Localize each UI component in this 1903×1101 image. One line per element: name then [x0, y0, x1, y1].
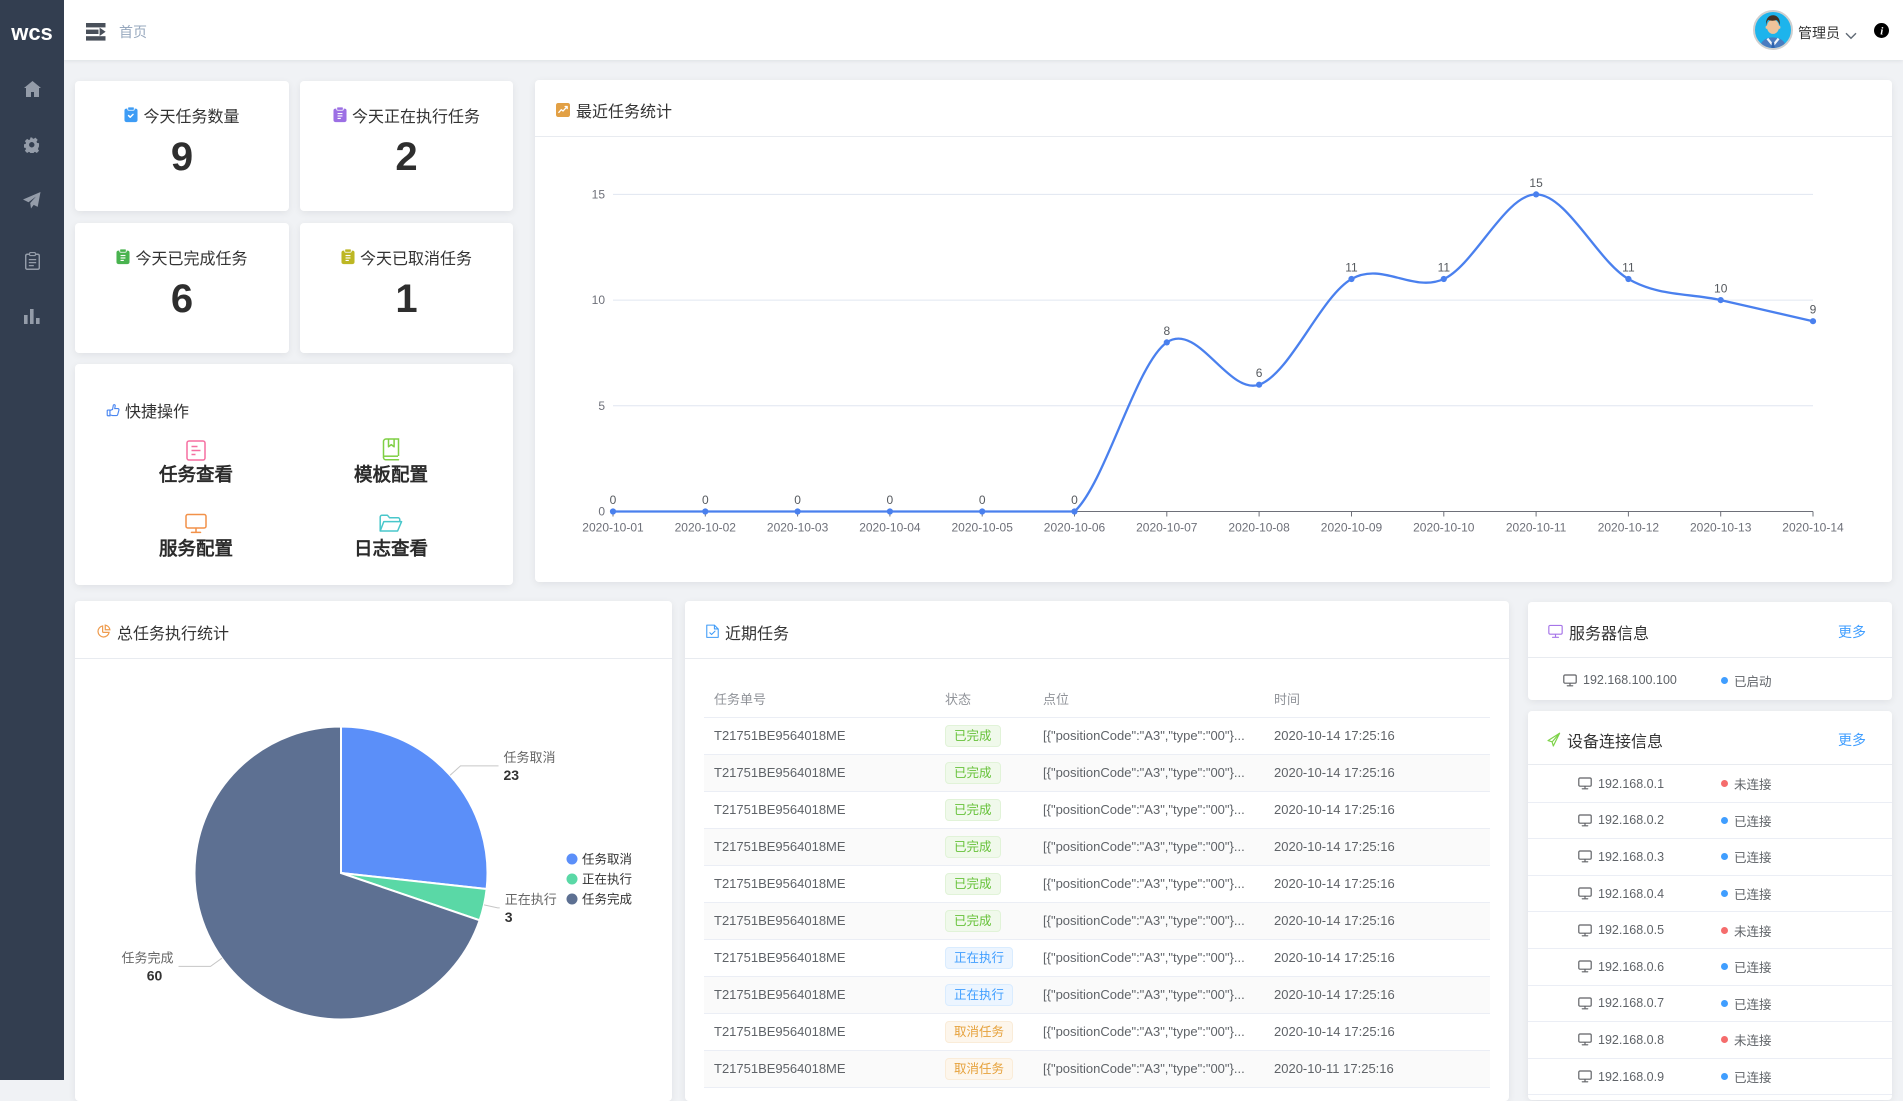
svg-text:2020-10-01: 2020-10-01 [582, 521, 644, 535]
svg-text:2020-10-05: 2020-10-05 [952, 521, 1014, 535]
svg-text:2020-10-02: 2020-10-02 [675, 521, 737, 535]
svg-text:10: 10 [1714, 282, 1728, 296]
svg-text:0: 0 [979, 493, 986, 507]
svg-text:8: 8 [1163, 324, 1170, 338]
svg-text:2020-10-11: 2020-10-11 [1506, 521, 1567, 535]
svg-text:任务完成: 任务完成 [582, 892, 632, 907]
svg-text:0: 0 [610, 493, 617, 507]
svg-text:2020-10-14: 2020-10-14 [1782, 521, 1844, 535]
svg-text:60: 60 [147, 967, 163, 983]
svg-text:11: 11 [1345, 261, 1358, 275]
svg-text:2020-10-06: 2020-10-06 [1044, 521, 1106, 535]
svg-text:2020-10-10: 2020-10-10 [1413, 521, 1475, 535]
svg-text:2020-10-12: 2020-10-12 [1598, 521, 1660, 535]
svg-text:正在执行: 正在执行 [582, 873, 632, 887]
svg-text:2020-10-09: 2020-10-09 [1321, 521, 1383, 535]
svg-text:2020-10-08: 2020-10-08 [1228, 521, 1290, 535]
svg-text:11: 11 [1438, 261, 1451, 275]
svg-text:15: 15 [592, 187, 606, 201]
svg-text:2020-10-03: 2020-10-03 [767, 521, 829, 535]
svg-text:0: 0 [887, 493, 894, 507]
svg-text:23: 23 [504, 767, 520, 783]
svg-text:0: 0 [702, 493, 709, 507]
svg-text:15: 15 [1529, 176, 1543, 190]
svg-text:任务取消: 任务取消 [582, 852, 632, 867]
svg-text:0: 0 [1071, 493, 1078, 507]
svg-text:2020-10-13: 2020-10-13 [1690, 521, 1752, 535]
svg-text:2020-10-07: 2020-10-07 [1136, 521, 1198, 535]
svg-text:3: 3 [505, 909, 513, 925]
svg-text:正在执行: 正在执行 [505, 892, 557, 907]
svg-text:9: 9 [1810, 303, 1817, 317]
svg-text:任务取消: 任务取消 [504, 750, 556, 765]
svg-text:2020-10-04: 2020-10-04 [859, 521, 921, 535]
svg-text:任务完成: 任务完成 [121, 950, 173, 965]
svg-text:10: 10 [592, 293, 606, 307]
svg-text:11: 11 [1622, 261, 1635, 275]
svg-text:0: 0 [598, 505, 605, 519]
svg-text:0: 0 [794, 493, 801, 507]
svg-text:6: 6 [1256, 366, 1263, 380]
svg-text:5: 5 [598, 399, 605, 413]
